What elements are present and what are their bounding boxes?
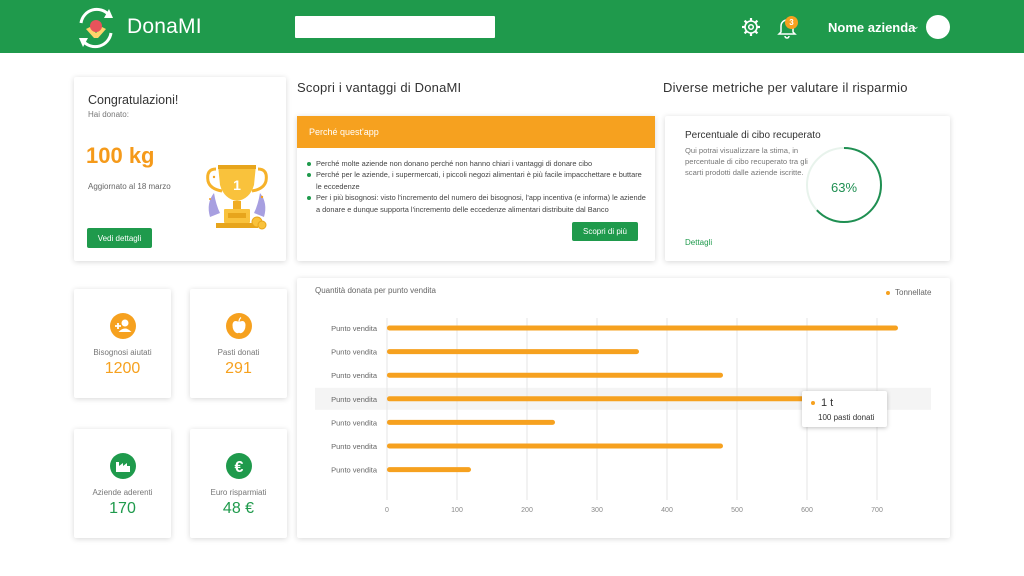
bar bbox=[387, 372, 723, 378]
y-category-label: Punto vendita bbox=[331, 442, 378, 451]
metrics-section-title: Diverse metriche per valutare il risparm… bbox=[663, 80, 908, 95]
bar bbox=[387, 467, 471, 473]
x-tick-label: 600 bbox=[801, 507, 813, 514]
stat-card-meals: Pasti donati 291 bbox=[190, 289, 287, 398]
y-category-label: Punto vendita bbox=[331, 324, 378, 333]
x-tick-label: 500 bbox=[731, 507, 743, 514]
stat-label: Bisognosi aiutati bbox=[93, 348, 152, 357]
factory-icon bbox=[109, 453, 136, 479]
y-category-label: Punto vendita bbox=[331, 466, 378, 475]
tooltip-marker bbox=[811, 401, 815, 405]
bar bbox=[387, 443, 723, 449]
y-category-label: Punto vendita bbox=[331, 371, 378, 380]
notification-badge: 3 bbox=[785, 16, 798, 29]
congrats-subtitle: Hai donato: bbox=[88, 110, 129, 119]
tooltip-label: 100 pasti donati bbox=[818, 413, 875, 422]
list-item: Perché molte aziende non donano perché n… bbox=[307, 158, 647, 169]
stat-card-euros: € Euro risparmiati 48 € bbox=[190, 429, 287, 538]
apple-icon bbox=[225, 313, 252, 339]
svg-text:1: 1 bbox=[233, 177, 241, 193]
discover-more-button[interactable]: Scopri di più bbox=[572, 222, 638, 241]
search-input[interactable] bbox=[295, 16, 495, 38]
chevron-down-icon[interactable]: ⌄ bbox=[912, 21, 920, 32]
y-category-label: Punto vendita bbox=[331, 348, 378, 357]
bar bbox=[387, 325, 898, 331]
stat-label: Pasti donati bbox=[217, 348, 260, 357]
stat-label: Euro risparmiati bbox=[210, 488, 267, 497]
updated-date: Aggiornato al 18 marzo bbox=[88, 182, 171, 191]
congrats-card: Congratulazioni! Hai donato: 100 kg Aggi… bbox=[74, 77, 286, 261]
metric-card: Percentuale di cibo recuperato Qui potra… bbox=[665, 116, 950, 261]
congrats-title: Congratulazioni! bbox=[88, 93, 179, 107]
y-category-label: Punto vendita bbox=[331, 418, 378, 427]
x-tick-label: 200 bbox=[521, 507, 533, 514]
svg-text:€: € bbox=[234, 459, 243, 476]
logo-icon bbox=[79, 7, 113, 49]
avatar[interactable] bbox=[926, 15, 950, 39]
legend-label: Tonnellate bbox=[895, 288, 932, 297]
bar bbox=[387, 349, 639, 355]
people-add-icon bbox=[109, 313, 136, 339]
stat-card-companies: Aziende aderenti 170 bbox=[74, 429, 171, 538]
top-bar: DonaMI 3 Nome azienda ⌄ bbox=[0, 0, 1024, 53]
metric-details-link[interactable]: Dettagli bbox=[685, 238, 712, 247]
benefits-section-title: Scopri i vantaggi di DonaMI bbox=[297, 80, 462, 95]
tooltip-value: 1 t bbox=[821, 397, 834, 409]
metric-title: Percentuale di cibo recuperato bbox=[685, 130, 821, 141]
gear-icon[interactable] bbox=[741, 17, 761, 37]
percent-value: 63% bbox=[830, 180, 858, 195]
x-tick-label: 700 bbox=[871, 507, 883, 514]
x-tick-label: 100 bbox=[451, 507, 463, 514]
company-name[interactable]: Nome azienda bbox=[828, 20, 915, 35]
x-tick-label: 0 bbox=[385, 507, 389, 514]
chart-tooltip: 1 t 100 pasti donati bbox=[802, 391, 887, 427]
list-item: Perché per le aziende, i supermercati, i… bbox=[307, 169, 647, 192]
x-tick-label: 300 bbox=[591, 507, 603, 514]
stat-card-needy: Bisognosi aiutati 1200 bbox=[74, 289, 171, 398]
stat-value: 291 bbox=[225, 360, 252, 377]
chart-card: Quantità donata per punto vendita Tonnel… bbox=[297, 278, 950, 538]
x-tick-label: 400 bbox=[661, 507, 673, 514]
list-item: Per i più bisognosi: visto l'incremento … bbox=[307, 192, 647, 215]
stat-value: 48 € bbox=[222, 500, 255, 517]
stat-label: Aziende aderenti bbox=[92, 488, 153, 497]
stat-value: 170 bbox=[109, 500, 136, 517]
bar bbox=[387, 396, 814, 402]
chart-title: Quantità donata per punto vendita bbox=[315, 286, 436, 295]
y-category-label: Punto vendita bbox=[331, 395, 378, 404]
benefits-card-title: Perché quest'app bbox=[297, 116, 655, 148]
trophy-icon: 1 bbox=[206, 165, 268, 230]
benefits-list: Perché molte aziende non donano perché n… bbox=[307, 158, 647, 215]
donated-amount: 100 kg bbox=[86, 143, 155, 168]
metric-description: Qui potrai visualizzare la stima, in per… bbox=[685, 146, 808, 178]
stat-value: 1200 bbox=[104, 360, 141, 377]
view-details-button[interactable]: Vedi dettagli bbox=[87, 228, 152, 248]
benefits-card: Perché quest'app Perché molte aziende no… bbox=[297, 116, 655, 261]
bar bbox=[387, 419, 555, 425]
app-name: DonaMI bbox=[127, 15, 202, 38]
euro-icon: € bbox=[225, 453, 252, 479]
legend-marker bbox=[886, 291, 890, 295]
